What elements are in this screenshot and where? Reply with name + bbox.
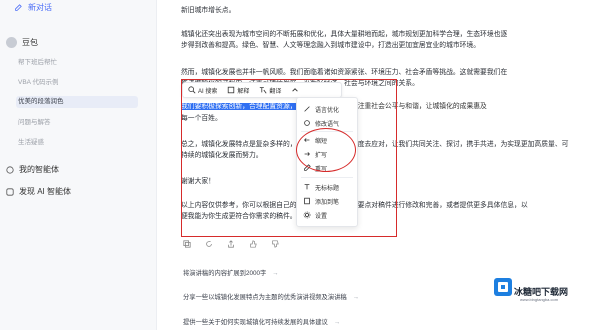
sidebar-item-5[interactable]: 生活疑惑 <box>16 137 138 149</box>
para1-line1: 城镇化还突出表现为城市空间的不断拓展和优化，具体大量耕地而起，城市规划更加科学合… <box>181 31 508 38</box>
regenerate-icon[interactable] <box>205 240 213 248</box>
sidebar-item-4[interactable]: 问题与解答 <box>16 117 138 129</box>
arrow-right-icon: → <box>272 270 279 277</box>
my-agents-link[interactable]: 我的智能体 <box>6 164 59 175</box>
discover-agents-label: 发现 AI 智能体 <box>19 187 72 196</box>
annotation-rectangle <box>181 79 397 237</box>
section-assistant[interactable]: 豆包 <box>6 37 38 48</box>
suggestion-1-text: 将演讲稿的内容扩展到2000字 <box>183 270 267 277</box>
avatar <box>6 37 17 48</box>
copy-icon[interactable] <box>183 240 191 248</box>
new-chat-label: 新对话 <box>28 3 52 12</box>
discover-icon <box>6 187 14 196</box>
suggestion-3[interactable]: 提供一些关于如何实现城镇化可持续发展的具体建议 → <box>183 317 340 328</box>
suggestion-1[interactable]: 将演讲稿的内容扩展到2000字 → <box>183 268 279 279</box>
section-assistant-label: 豆包 <box>22 38 38 47</box>
watermark-url: www.bingtangba.com <box>520 297 559 302</box>
suggestion-3-text: 提供一些关于如何实现城镇化可持续发展的具体建议 <box>183 319 328 326</box>
edit-icon <box>15 3 22 11</box>
para2-line1: 然而，城镇化发展也并非一帆风顺。我们面临着诸如资源紧张、环境压力、社会矛盾等挑战… <box>181 69 508 76</box>
new-chat-button[interactable]: 新对话 <box>14 2 52 13</box>
arrow-right-icon: → <box>333 319 341 326</box>
thumbs-up-icon[interactable] <box>249 240 257 248</box>
thumbs-down-icon[interactable] <box>271 240 279 248</box>
annotation-oval <box>296 128 356 172</box>
sidebar-item-2[interactable]: VBA 代码示例 <box>16 77 138 89</box>
share-icon[interactable] <box>227 240 235 248</box>
text-top-line: 新旧城市增长点。 <box>181 7 236 14</box>
message-actions <box>183 240 279 248</box>
suggestion-2-text: 分享一些以城镇化发展特点为主题的优秀演讲视频及演讲稿 <box>183 294 347 301</box>
para1-line2: 步得到改善和提高。绿色、智慧、人文等理念融入到城市建设中，打造出更加宜居宜业的城… <box>181 42 481 49</box>
my-agents-label: 我的智能体 <box>19 165 59 174</box>
agent-icon <box>6 165 14 174</box>
discover-agents-link[interactable]: 发现 AI 智能体 <box>6 186 71 197</box>
arrow-right-icon: → <box>352 294 360 301</box>
sidebar-item-1[interactable]: 帮下班后帮忙 <box>16 57 138 69</box>
sidebar-item-3[interactable]: 优美的段落润色 <box>16 96 138 108</box>
sidebar: 新对话 豆包 帮下班后帮忙 VBA 代码示例 优美的段落润色 问题与解答 生活疑… <box>0 0 157 330</box>
suggestion-2[interactable]: 分享一些以城镇化发展特点为主题的优秀演讲视频及演讲稿 → <box>183 292 359 303</box>
